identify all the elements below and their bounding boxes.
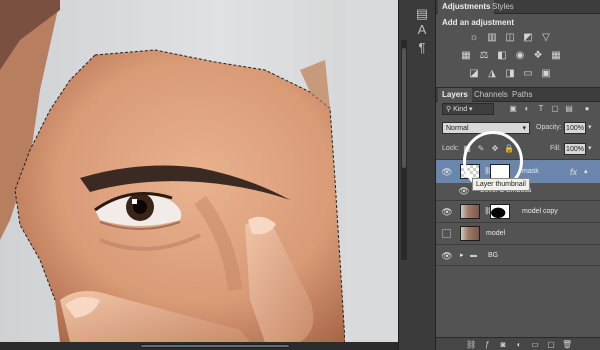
layer-name[interactable]: model [486, 228, 505, 240]
layer-row-bg-group[interactable]: 👁 ▸ ▬ BG [436, 244, 600, 266]
new-layer-icon[interactable]: ▢ [546, 340, 556, 350]
layers-tabbar: Layers Channels Paths [436, 88, 600, 102]
scrollbar-thumb[interactable] [140, 344, 290, 348]
document-canvas[interactable] [0, 0, 398, 342]
tool-strip-scrollbar[interactable] [401, 40, 407, 260]
visibility-toggle-empty[interactable] [442, 229, 451, 238]
selective-color-icon[interactable]: ▣ [540, 68, 552, 79]
history-icon[interactable]: ▤ [413, 6, 431, 22]
color-lookup-icon[interactable]: ▦ [550, 50, 562, 61]
adjustments-tabbar: Adjustments Styles [436, 0, 600, 14]
tab-styles[interactable]: Styles [488, 0, 518, 14]
kind-filter-label: Kind [453, 106, 468, 113]
folder-icon: ▬ [470, 252, 477, 259]
fill-chevron-icon[interactable]: ▾ [588, 143, 592, 155]
hue-saturation-icon[interactable]: ▦ [460, 50, 472, 61]
link-layers-icon[interactable]: ⛓ [466, 340, 476, 350]
eye-icon[interactable]: 👁 [441, 166, 453, 178]
paragraph-icon[interactable]: ¶ [413, 40, 431, 56]
layer-name[interactable]: mask [522, 166, 539, 178]
pixel-filter-icon[interactable]: ▣ [508, 104, 518, 114]
opacity-field[interactable]: 100% [564, 122, 586, 134]
exposure-icon[interactable]: ◩ [522, 32, 534, 43]
filter-toggle-icon[interactable]: ● [582, 104, 592, 114]
eye-icon[interactable]: 👁 [441, 250, 453, 262]
threshold-icon[interactable]: ◨ [504, 68, 516, 79]
fill-field[interactable]: 100% [564, 143, 586, 155]
tab-layers[interactable]: Layers [438, 88, 472, 102]
photo-artwork [0, 0, 398, 342]
eye-icon[interactable]: 👁 [441, 206, 453, 218]
opacity-label: Opacity: [536, 124, 562, 131]
layer-name[interactable]: model copy [522, 206, 558, 218]
layer-row-model-copy[interactable]: 👁 ⛓ model copy [436, 200, 600, 222]
layer-filter-row: ⚲ Kind ▾ ▣ ◐ T ▢ ▤ ● [442, 103, 594, 117]
curves-icon[interactable]: ◫ [504, 32, 516, 43]
color-balance-icon[interactable]: ⚖ [478, 50, 490, 61]
expand-arrow-icon[interactable]: ▸ [460, 250, 464, 262]
kind-filter-select[interactable]: ⚲ Kind ▾ [442, 103, 494, 115]
lock-label: Lock: [442, 145, 459, 152]
layer-thumbnail[interactable] [460, 204, 480, 219]
layers-panel: Layers Channels Paths ⚲ Kind ▾ ▣ ◐ T ▢ ▤… [436, 87, 600, 350]
adjustments-heading: Add an adjustment [442, 18, 515, 27]
chevron-down-icon: ▾ [522, 125, 526, 132]
character-icon[interactable]: A [413, 22, 431, 38]
adjustment-filter-icon[interactable]: ◐ [522, 104, 532, 114]
layers-bottom-bar: ⛓ ƒ ◙ ◐ ▭ ▢ 🗑 [436, 337, 600, 350]
layer-thumbnail[interactable] [460, 226, 480, 241]
add-mask-icon[interactable]: ◙ [498, 340, 508, 350]
effect-eye-icon[interactable]: 👁 [458, 185, 470, 197]
blend-mode-value: Normal [446, 125, 469, 132]
layer-row-model[interactable]: model [436, 222, 600, 244]
canvas-horizontal-scrollbar[interactable] [0, 342, 398, 350]
smart-object-filter-icon[interactable]: ▤ [564, 104, 574, 114]
channel-mixer-icon[interactable]: ❖ [532, 50, 544, 61]
brightness-icon[interactable]: ☼ [468, 32, 480, 43]
photo-filter-icon[interactable]: ◉ [514, 50, 526, 61]
gradient-map-icon[interactable]: ▭ [522, 68, 534, 79]
levels-icon[interactable]: ▥ [486, 32, 498, 43]
new-group-icon[interactable]: ▭ [530, 340, 540, 350]
trash-icon[interactable]: 🗑 [562, 340, 572, 350]
fill-label: Fill: [550, 145, 561, 152]
type-filter-icon[interactable]: T [536, 104, 546, 114]
tab-channels[interactable]: Channels [470, 88, 512, 102]
black-white-icon[interactable]: ◧ [496, 50, 508, 61]
tooltip: Layer thumbnail [472, 178, 530, 191]
add-style-icon[interactable]: ƒ [482, 340, 492, 350]
tab-adjustments[interactable]: Adjustments [438, 0, 495, 14]
photoshop-window: ▤ A ¶ Adjustments Styles Add an adjustme… [0, 0, 600, 350]
invert-icon[interactable]: ◪ [468, 68, 480, 79]
opacity-chevron-icon[interactable]: ▾ [588, 122, 592, 134]
layer-mask-thumbnail[interactable] [490, 204, 510, 219]
collapse-effects-icon[interactable]: ▴ [584, 166, 588, 178]
layer-name[interactable]: BG [488, 250, 498, 262]
fx-icon[interactable]: fx [570, 166, 577, 178]
posterize-icon[interactable]: ◮ [486, 68, 498, 79]
shape-filter-icon[interactable]: ▢ [550, 104, 560, 114]
panel-tool-strip: ▤ A ¶ [398, 0, 436, 350]
tab-paths[interactable]: Paths [508, 88, 536, 102]
adjustment-layer-icon[interactable]: ◐ [514, 340, 524, 350]
vibrance-icon[interactable]: ▽ [540, 32, 552, 43]
